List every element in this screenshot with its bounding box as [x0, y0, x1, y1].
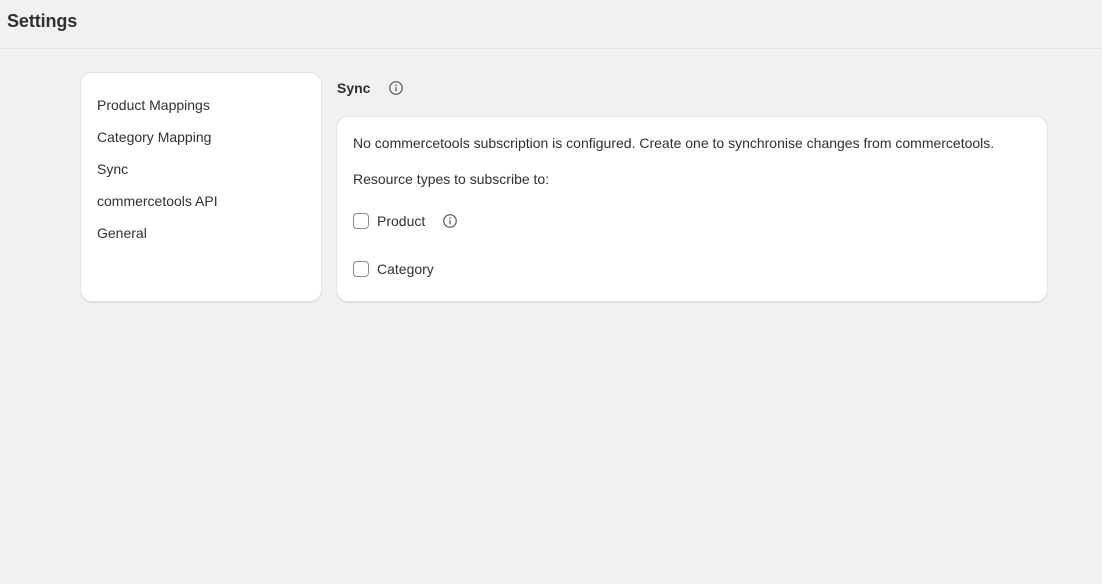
sidebar-item-label: commercetools API — [97, 193, 218, 209]
category-checkbox[interactable] — [353, 261, 369, 277]
sidebar-item-label: Category Mapping — [97, 129, 212, 145]
sidebar-item-product-mappings[interactable]: Product Mappings — [81, 89, 321, 121]
sidebar-item-label: Product Mappings — [97, 97, 210, 113]
sidebar-item-category-mapping[interactable]: Category Mapping — [81, 121, 321, 153]
sidebar-item-sync[interactable]: Sync — [81, 153, 321, 185]
category-checkbox-label[interactable]: Category — [377, 261, 434, 277]
no-subscription-message: No commercetools subscription is configu… — [353, 135, 995, 151]
info-circle-icon[interactable] — [442, 213, 458, 229]
resource-type-product-row: Product — [353, 211, 458, 231]
sidebar-item-general[interactable]: General — [81, 217, 321, 249]
resource-types-label: Resource types to subscribe to: — [353, 171, 550, 187]
product-checkbox-label[interactable]: Product — [377, 213, 425, 229]
page-header: Settings — [0, 0, 1102, 49]
settings-sidebar: Product Mappings Category Mapping Sync c… — [80, 72, 322, 302]
sidebar-item-label: General — [97, 225, 147, 241]
page-title: Settings — [7, 11, 78, 31]
sidebar-item-label: Sync — [97, 161, 129, 177]
sync-section-heading: Sync — [337, 78, 404, 98]
info-circle-icon[interactable] — [388, 80, 404, 96]
resource-type-category-row: Category — [353, 259, 434, 279]
sidebar-item-commercetools-api[interactable]: commercetools API — [81, 185, 321, 217]
section-title: Sync — [337, 80, 371, 96]
sync-card: No commercetools subscription is configu… — [336, 116, 1048, 302]
product-checkbox[interactable] — [353, 213, 369, 229]
